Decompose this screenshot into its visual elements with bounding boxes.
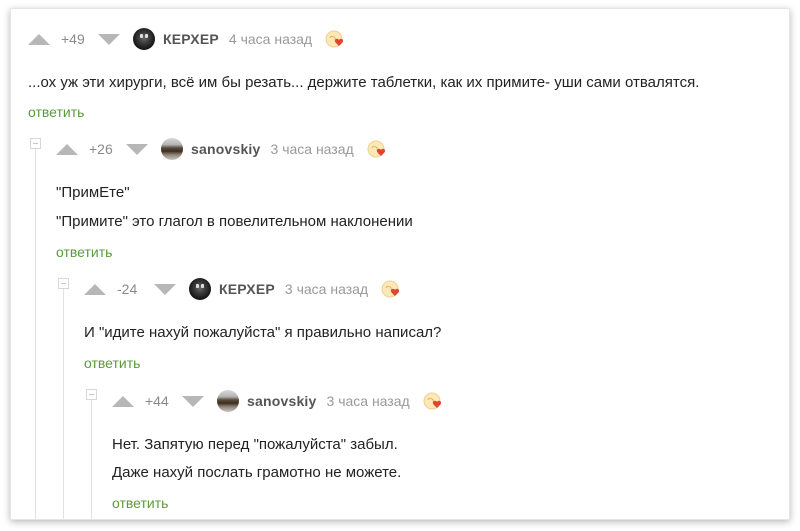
avatar[interactable]	[161, 138, 183, 160]
comment-text: Нет. Запятую перед "пожалуйста" забыл.	[112, 436, 398, 453]
reward-heart-icon[interactable]	[422, 390, 444, 412]
comment-rating: -24	[117, 281, 138, 297]
avatar[interactable]	[189, 278, 211, 300]
comment: -24 КЕРХЕР 3 часа назад И "идите нахуй п…	[11, 275, 789, 375]
comment: +49 КЕРХЕР 4 часа назад ...ох уж эти хир…	[11, 25, 789, 125]
reward-heart-icon[interactable]	[380, 278, 402, 300]
comment-time: 4 часа назад	[228, 31, 313, 47]
comment-rating: +49	[61, 31, 85, 47]
comment-rating: +44	[145, 393, 169, 409]
comment-author[interactable]: КЕРХЕР	[219, 281, 275, 297]
comment-author[interactable]: sanovskiy	[191, 141, 261, 157]
comment-time: 3 часа назад	[326, 393, 410, 409]
upvote-arrow-icon[interactable]	[112, 395, 134, 407]
avatar[interactable]	[217, 390, 239, 412]
downvote-arrow-icon[interactable]	[182, 395, 204, 407]
reward-heart-icon[interactable]	[324, 28, 346, 50]
downvote-arrow-icon[interactable]	[98, 33, 120, 45]
comment-text: Даже нахуй послать грамотно не можете.	[112, 464, 402, 481]
reply-link[interactable]: ответить	[112, 495, 168, 511]
comments-thread: +49 КЕРХЕР 4 часа назад ...ох уж эти хир…	[10, 8, 790, 520]
comment-author[interactable]: sanovskiy	[247, 393, 317, 409]
upvote-arrow-icon[interactable]	[56, 143, 78, 155]
upvote-arrow-icon[interactable]	[28, 33, 50, 45]
comment-author[interactable]: КЕРХЕР	[163, 31, 219, 47]
comment-time: 3 часа назад	[270, 141, 354, 157]
comment-time: 3 часа назад	[284, 281, 369, 297]
comment-header: +26 sanovskiy 3 часа назад	[56, 135, 388, 163]
downvote-arrow-icon[interactable]	[126, 143, 148, 155]
comment-text: "ПримЕте"	[56, 184, 130, 201]
reply-link[interactable]: ответить	[56, 244, 112, 260]
comment: +44 sanovskiy 3 часа назад Нет. Запятую …	[11, 387, 789, 517]
downvote-arrow-icon[interactable]	[154, 283, 176, 295]
upvote-arrow-icon[interactable]	[84, 283, 106, 295]
reward-heart-icon[interactable]	[366, 138, 388, 160]
comment-text: "Примите" это глагол в повелительном нак…	[56, 213, 413, 230]
comment-header: -24 КЕРХЕР 3 часа назад	[84, 275, 402, 303]
comment-text: ...ох уж эти хирурги, всё им бы резать..…	[28, 74, 700, 91]
reply-link[interactable]: ответить	[28, 104, 84, 120]
comment-header: +44 sanovskiy 3 часа назад	[112, 387, 444, 415]
comment-text: И "идите нахуй пожалуйста" я правильно н…	[84, 324, 442, 341]
avatar[interactable]	[133, 28, 155, 50]
reply-link[interactable]: ответить	[84, 355, 140, 371]
comment: +26 sanovskiy 3 часа назад "ПримЕте" "Пр…	[11, 135, 789, 265]
comment-rating: +26	[89, 141, 113, 157]
comment-header: +49 КЕРХЕР 4 часа назад	[28, 25, 346, 53]
